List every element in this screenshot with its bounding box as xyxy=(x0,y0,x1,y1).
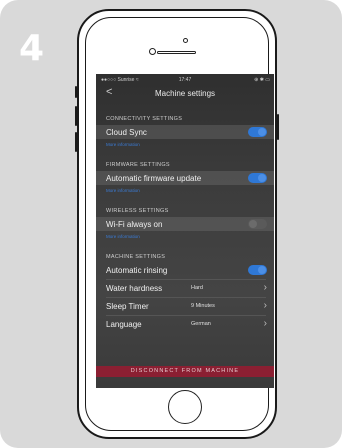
row-wifi-always-on: Wi-Fi always on xyxy=(96,217,274,231)
earpiece-speaker xyxy=(157,51,196,54)
firmware-update-label: Automatic firmware update xyxy=(106,174,202,183)
row-automatic-rinsing: Automatic rinsing xyxy=(96,263,274,277)
disconnect-button[interactable]: DISCONNECT FROM MACHINE xyxy=(96,366,274,377)
row-water-hardness[interactable]: Water hardness Hard › xyxy=(96,281,274,295)
wifi-more-info-link[interactable]: More information xyxy=(106,234,140,239)
chevron-right-icon: › xyxy=(263,318,267,329)
cloud-sync-label: Cloud Sync xyxy=(106,128,147,137)
home-button[interactable] xyxy=(168,390,202,424)
automatic-rinsing-label: Automatic rinsing xyxy=(106,266,168,275)
sleep-timer-value: 9 Minutes xyxy=(191,303,215,309)
mute-switch xyxy=(75,86,77,98)
section-header-firmware: FIRMWARE SETTINGS xyxy=(106,162,170,168)
firmware-more-info-link[interactable]: More information xyxy=(106,188,140,193)
app-screen: ●●○○○ Sunrise ≈ 17:47 ⊕ ✱ ▭ < Machine se… xyxy=(96,74,274,388)
divider xyxy=(106,297,266,298)
language-label: Language xyxy=(106,320,142,329)
language-value: German xyxy=(191,321,211,327)
page-title: Machine settings xyxy=(154,89,216,98)
section-header-connectivity: CONNECTIVITY SETTINGS xyxy=(106,116,183,122)
nav-bar: < Machine settings xyxy=(96,85,274,102)
power-button xyxy=(277,114,279,140)
volume-down-button xyxy=(75,132,77,152)
front-camera xyxy=(149,48,156,55)
cloud-sync-toggle[interactable] xyxy=(248,127,267,137)
automatic-rinsing-toggle[interactable] xyxy=(248,265,267,275)
toggle-knob xyxy=(258,266,266,274)
row-sleep-timer[interactable]: Sleep Timer 9 Minutes › xyxy=(96,299,274,313)
water-hardness-label: Water hardness xyxy=(106,284,163,293)
row-firmware-update: Automatic firmware update xyxy=(96,171,274,185)
firmware-update-toggle[interactable] xyxy=(248,173,267,183)
chevron-right-icon: › xyxy=(263,300,267,311)
status-time: 17:47 xyxy=(178,77,192,83)
toggle-knob xyxy=(258,174,266,182)
wifi-always-on-label: Wi-Fi always on xyxy=(106,220,163,229)
toggle-knob xyxy=(249,220,257,228)
wifi-always-on-toggle[interactable] xyxy=(248,219,267,229)
toggle-knob xyxy=(258,128,266,136)
row-language[interactable]: Language German › xyxy=(96,317,274,331)
battery-icon: ⊕ ✱ ▭ xyxy=(254,77,270,83)
volume-up-button xyxy=(75,106,77,126)
sleep-timer-label: Sleep Timer xyxy=(106,302,149,311)
status-bar: ●●○○○ Sunrise ≈ 17:47 ⊕ ✱ ▭ xyxy=(96,74,274,85)
row-cloud-sync: Cloud Sync xyxy=(96,125,274,139)
section-header-machine: MACHINE SETTINGS xyxy=(106,254,166,260)
water-hardness-value: Hard xyxy=(191,285,203,291)
chevron-right-icon: › xyxy=(263,282,267,293)
step-number: 4 xyxy=(19,28,45,69)
divider xyxy=(106,315,266,316)
divider xyxy=(106,279,266,280)
cloud-sync-more-info-link[interactable]: More information xyxy=(106,142,140,147)
proximity-sensor xyxy=(183,38,188,43)
section-header-wireless: WIRELESS SETTINGS xyxy=(106,208,169,214)
